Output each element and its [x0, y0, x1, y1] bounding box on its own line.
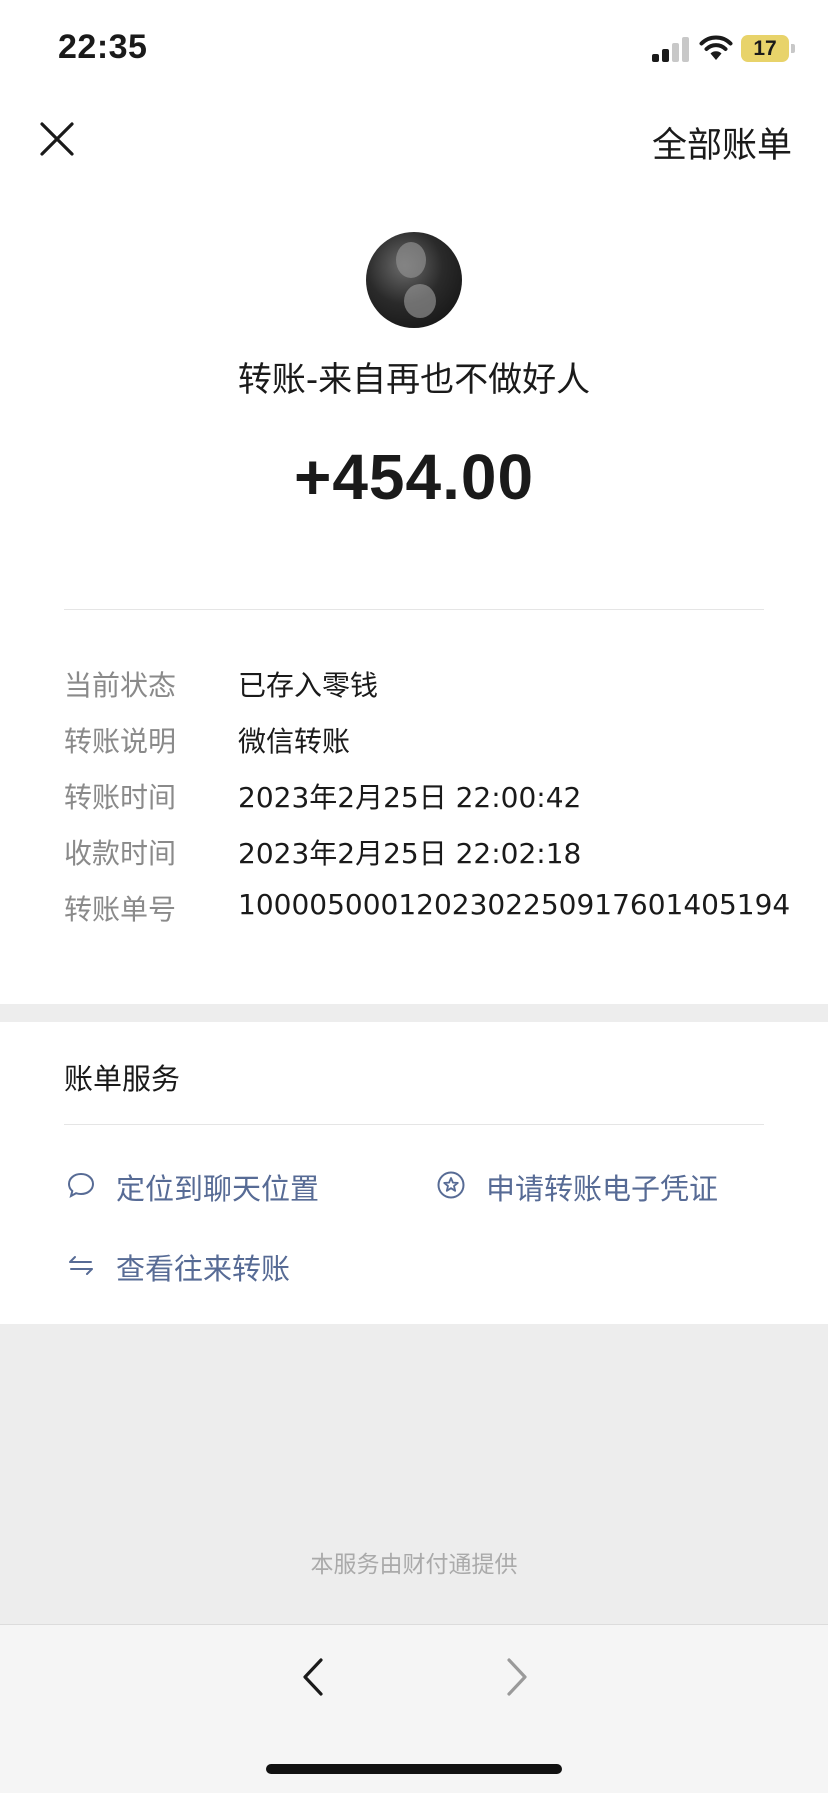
locate-chat-button[interactable]: 定位到聊天位置 — [66, 1166, 366, 1206]
transfer-arrows-icon — [69, 1256, 93, 1275]
provider-text: 本服务由财付通提供 — [310, 1552, 518, 1578]
transfer-amount: +454.00 — [293, 441, 535, 513]
avatar — [366, 232, 462, 328]
detail-value: 微信转账 — [238, 725, 351, 758]
detail-label: 转账说明 — [64, 725, 177, 758]
battery-tip — [791, 44, 795, 53]
detail-label: 转账单号 — [64, 893, 177, 926]
star-badge-icon — [437, 1171, 465, 1199]
detail-row-receive-time: 收款时间 2023年2月25日 22:02:18 — [64, 832, 804, 872]
service-label: 定位到聊天位置 — [116, 1172, 320, 1206]
service-label: 查看往来转账 — [116, 1252, 291, 1286]
detail-value: 已存入零钱 — [238, 669, 379, 702]
divider — [64, 609, 764, 610]
section-gap — [0, 1004, 828, 1022]
detail-label: 收款时间 — [64, 837, 177, 870]
detail-row-description: 转账说明 微信转账 — [64, 720, 804, 760]
chevron-left-icon[interactable] — [294, 1654, 334, 1700]
service-label: 申请转账电子凭证 — [486, 1172, 719, 1206]
chat-bubble-icon — [67, 1172, 95, 1199]
services-title: 账单服务 — [64, 1062, 181, 1096]
detail-value: 2023年2月25日 22:00:42 — [238, 781, 582, 814]
detail-row-transfer-time: 转账时间 2023年2月25日 22:00:42 — [64, 776, 804, 816]
detail-value[interactable]: 1000050001202302250917601405194 — [238, 888, 790, 921]
home-indicator — [266, 1764, 562, 1774]
all-bills-button[interactable]: 全部账单 — [652, 117, 792, 168]
battery-icon: 17 — [741, 35, 789, 62]
detail-label: 转账时间 — [64, 781, 177, 814]
request-voucher-button[interactable]: 申请转账电子凭证 — [436, 1166, 776, 1206]
battery-level: 17 — [753, 37, 777, 60]
wifi-icon — [699, 35, 733, 60]
view-transfers-button[interactable]: 查看往来转账 — [66, 1246, 366, 1286]
detail-label: 当前状态 — [64, 669, 177, 702]
close-icon[interactable] — [36, 118, 78, 160]
signal-icon — [652, 36, 692, 62]
transfer-title: 转账-来自再也不做好人 — [237, 360, 591, 400]
status-time: 22:35 — [58, 28, 148, 66]
detail-value: 2023年2月25日 22:02:18 — [238, 837, 582, 870]
chevron-right-icon[interactable] — [496, 1654, 536, 1700]
detail-row-status: 当前状态 已存入零钱 — [64, 664, 804, 704]
detail-row-transfer-number: 转账单号 1000050001202302250917601405194 — [64, 888, 804, 928]
divider — [64, 1124, 764, 1125]
